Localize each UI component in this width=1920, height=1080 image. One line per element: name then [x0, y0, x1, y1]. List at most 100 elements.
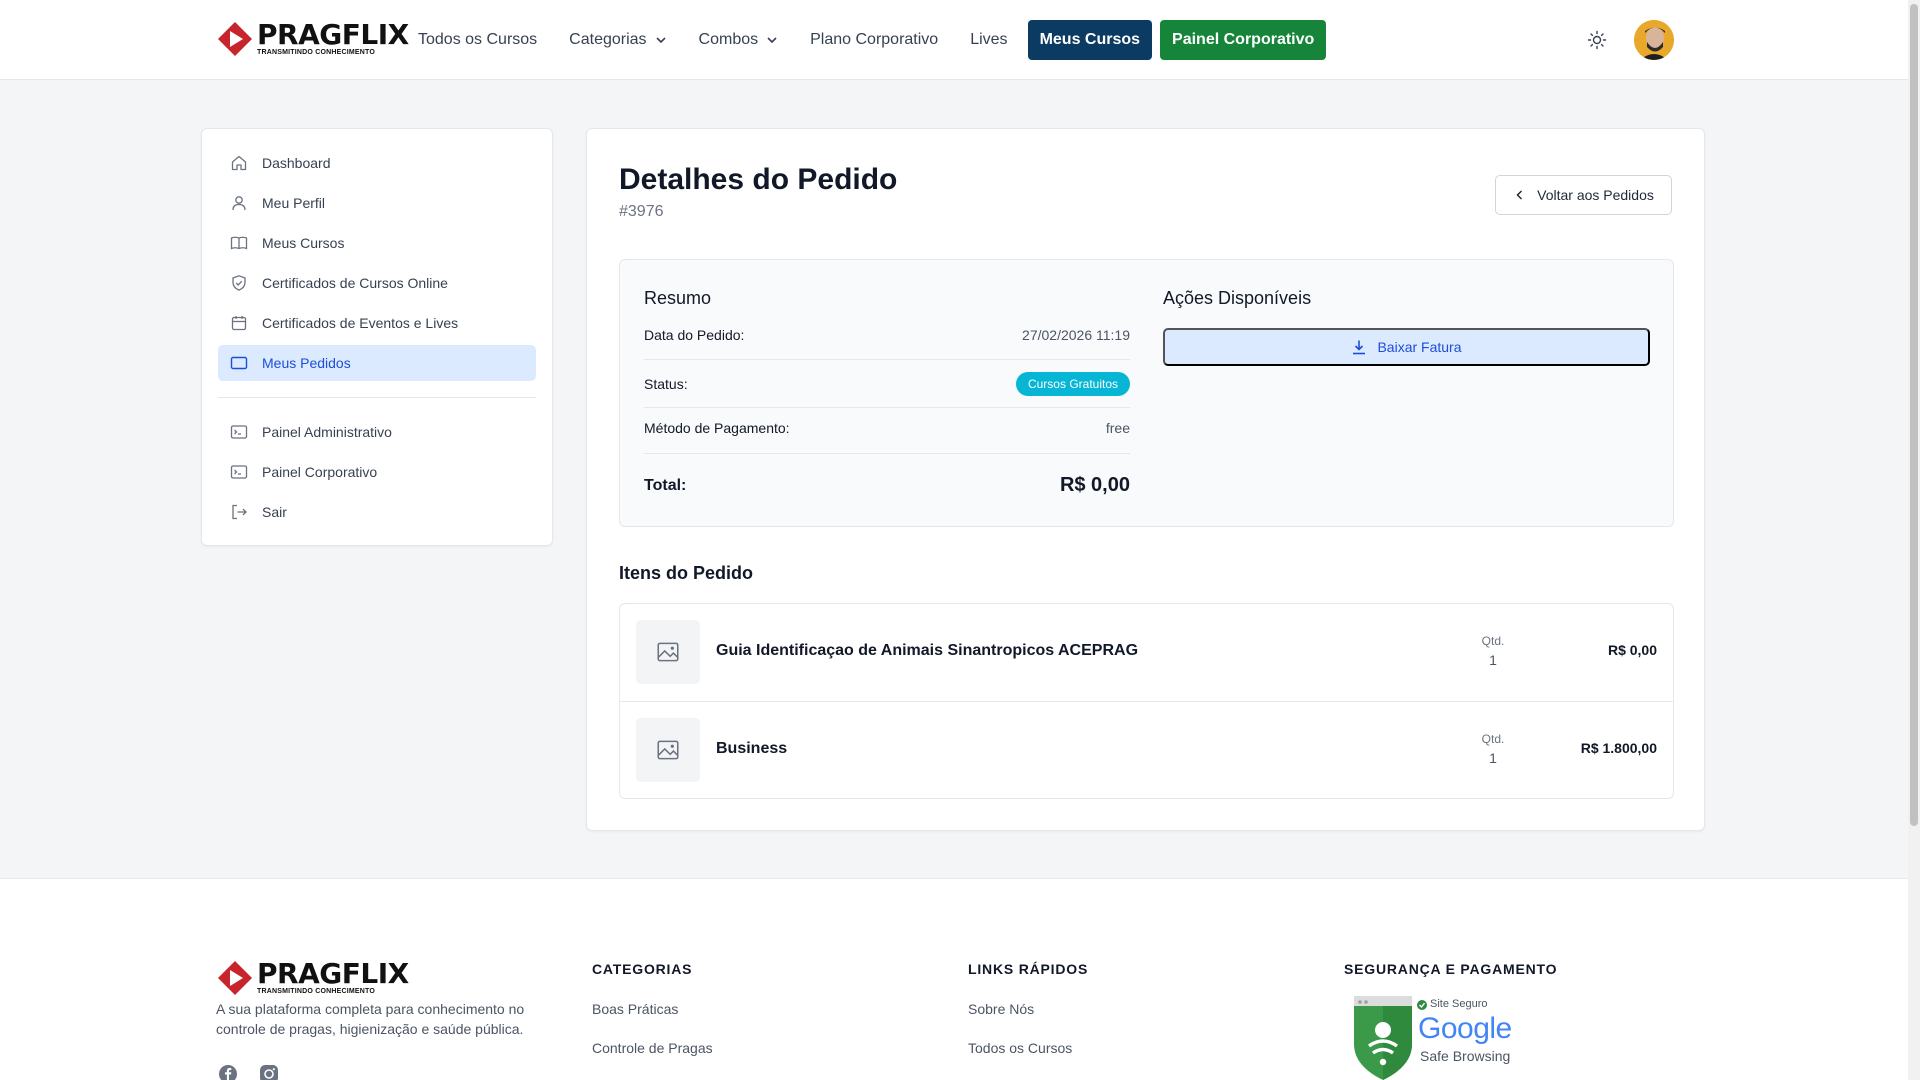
order-date-label: Data do Pedido:: [644, 327, 745, 343]
download-invoice-label: Baixar Fatura: [1377, 339, 1462, 355]
back-to-orders-button[interactable]: Voltar aos Pedidos: [1495, 175, 1672, 215]
footer-quick-links-title: LINKS RÁPIDOS: [968, 961, 1089, 977]
nav-categories[interactable]: Categorias: [569, 31, 666, 49]
download-icon: [1353, 340, 1366, 355]
order-items-list: Guia Identificaçao de Animais Sinantropi…: [619, 603, 1674, 799]
image-placeholder-icon: [657, 740, 679, 760]
order-status-row: Status: Cursos Gratuitos: [644, 372, 1130, 396]
sidebar-item-event-certificates[interactable]: Certificados de Eventos e Lives: [218, 305, 536, 341]
sidebar-item-label: Certificados de Eventos e Lives: [262, 315, 459, 331]
avatar-person-icon: [1634, 20, 1674, 60]
my-courses-button[interactable]: Meus Cursos: [1027, 20, 1153, 60]
sidebar-item-my-orders[interactable]: Meus Pedidos: [218, 345, 536, 381]
card-icon: [230, 356, 248, 370]
footer-quick-links: LINKS RÁPIDOS Sobre Nós Todos os Cursos: [968, 961, 1088, 1079]
nav-corporate-plan[interactable]: Plano Corporativo: [810, 31, 938, 49]
footer-categories-title: CATEGORIAS: [592, 961, 693, 977]
quantity-value: 1: [1489, 652, 1497, 668]
list-item: Guia Identificaçao de Animais Sinantropi…: [620, 604, 1673, 701]
payment-method-label: Método de Pagamento:: [644, 420, 790, 436]
facebook-icon[interactable]: [218, 1064, 238, 1080]
sidebar-item-label: Painel Administrativo: [262, 424, 392, 440]
item-price: R$ 1.800,00: [1580, 740, 1657, 756]
footer-security-title: SEGURANÇA E PAGAMENTO: [1344, 961, 1558, 977]
summary-title: Resumo: [644, 288, 712, 308]
quantity-label: Qtd.: [1481, 634, 1505, 648]
brand-tagline: TRANSMITINDO CONHECIMENTO: [257, 987, 376, 995]
sidebar-item-my-courses[interactable]: Meus Cursos: [218, 225, 536, 261]
footer-link[interactable]: Boas Práticas: [592, 1001, 713, 1017]
theme-toggle-sun-icon[interactable]: [1587, 30, 1607, 50]
terminal-icon: [230, 425, 248, 439]
brand-tagline: TRANSMITINDO CONHECIMENTO: [257, 48, 376, 56]
site-footer: PRAGFLIX TRANSMITINDO CONHECIMENTO A sua…: [0, 878, 1908, 1080]
footer-description: A sua plataforma completa para conhecime…: [216, 1001, 525, 1037]
logout-icon: [232, 504, 247, 520]
corporate-panel-button[interactable]: Painel Corporativo: [1160, 20, 1327, 60]
order-details-card: Detalhes do Pedido #3976 Voltar aos Pedi…: [586, 128, 1705, 831]
footer-brand-logo[interactable]: PRAGFLIX TRANSMITINDO CONHECIMENTO: [216, 959, 409, 997]
nav-lives[interactable]: Lives: [970, 31, 1007, 49]
sidebar-item-label: Meu Perfil: [262, 195, 326, 211]
logo-play-icon: [218, 961, 252, 995]
chevron-left-icon: [1516, 190, 1523, 200]
brand-name: PRAGFLIX: [257, 956, 409, 990]
main-nav: Todos os Cursos Categorias Combos Plano …: [418, 20, 1327, 60]
brand-logo[interactable]: PRAGFLIX TRANSMITINDO CONHECIMENTO: [216, 20, 409, 58]
sidebar-item-admin-panel[interactable]: Painel Administrativo: [218, 414, 536, 450]
order-status-label: Status:: [644, 376, 688, 392]
order-items-title: Itens do Pedido: [619, 563, 754, 583]
sidebar-item-profile[interactable]: Meu Perfil: [218, 185, 536, 221]
payment-method-value: free: [1105, 420, 1130, 436]
nav-all-courses[interactable]: Todos os Cursos: [418, 31, 537, 49]
download-invoice-button[interactable]: Baixar Fatura: [1163, 328, 1650, 366]
sidebar-item-label: Meus Cursos: [262, 235, 345, 251]
safe-badge-top: Site Seguro: [1430, 998, 1488, 1010]
book-icon: [230, 236, 248, 250]
footer-categories: CATEGORIAS Boas Práticas Controle de Pra…: [592, 961, 713, 1079]
user-avatar[interactable]: [1634, 20, 1674, 60]
sidebar-item-label: Certificados de Cursos Online: [262, 275, 448, 291]
sidebar-item-dashboard[interactable]: Dashboard: [218, 145, 536, 181]
footer-link[interactable]: Controle de Pragas: [592, 1040, 713, 1056]
item-quantity: Qtd. 1: [1473, 634, 1513, 668]
row-divider: [644, 407, 1130, 408]
home-icon: [231, 155, 247, 171]
quantity-value: 1: [1489, 750, 1497, 766]
user-icon: [232, 196, 246, 211]
sidebar-item-corporate-panel[interactable]: Painel Corporativo: [218, 454, 536, 490]
sidebar-item-label: Dashboard: [262, 155, 331, 171]
sidebar-item-logout[interactable]: Sair: [218, 494, 536, 530]
safe-badge-sub: Safe Browsing: [1420, 1048, 1511, 1064]
footer-link[interactable]: Sobre Nós: [968, 1001, 1088, 1017]
instagram-icon[interactable]: [259, 1064, 279, 1080]
footer-security: SEGURANÇA E PAGAMENTO: [1344, 961, 1557, 1001]
page-title: Detalhes do Pedido: [619, 163, 898, 196]
order-date-value: 27/02/2026 11:19: [1022, 327, 1130, 343]
order-total-label: Total:: [644, 476, 687, 494]
sidebar-item-label: Painel Corporativo: [262, 464, 378, 480]
page-scrollbar[interactable]: [1908, 0, 1920, 1080]
order-total-row: Total: R$ 0,00: [644, 474, 1130, 497]
sidebar-item-online-certificates[interactable]: Certificados de Cursos Online: [218, 265, 536, 301]
quantity-label: Qtd.: [1481, 732, 1505, 746]
order-number: #3976: [619, 203, 664, 220]
row-divider: [644, 453, 1130, 454]
back-to-orders-label: Voltar aos Pedidos: [1537, 187, 1654, 203]
brand-name: PRAGFLIX: [257, 17, 409, 51]
list-item: Business Qtd. 1 R$ 1.800,00: [620, 701, 1673, 798]
chevron-down-icon: [767, 37, 777, 44]
item-name: Guia Identificaçao de Animais Sinantropi…: [716, 642, 1139, 659]
safe-badge-brand: Google: [1418, 1012, 1512, 1045]
order-total-value: R$ 0,00: [1059, 474, 1130, 496]
image-placeholder-icon: [657, 642, 679, 662]
scrollbar-thumb[interactable]: [1910, 4, 1918, 826]
footer-link[interactable]: Todos os Cursos: [968, 1040, 1088, 1056]
account-sidebar: Dashboard Meu Perfil Meus Cursos Certifi…: [201, 128, 553, 546]
item-thumbnail: [636, 718, 700, 782]
logo-play-icon: [218, 22, 252, 56]
payment-method-row: Método de Pagamento: free: [644, 420, 1130, 436]
sidebar-divider: [218, 397, 536, 398]
nav-combos[interactable]: Combos: [699, 31, 779, 49]
google-safe-browsing-badge: Site Seguro Google Safe Browsing: [1352, 996, 1522, 1080]
